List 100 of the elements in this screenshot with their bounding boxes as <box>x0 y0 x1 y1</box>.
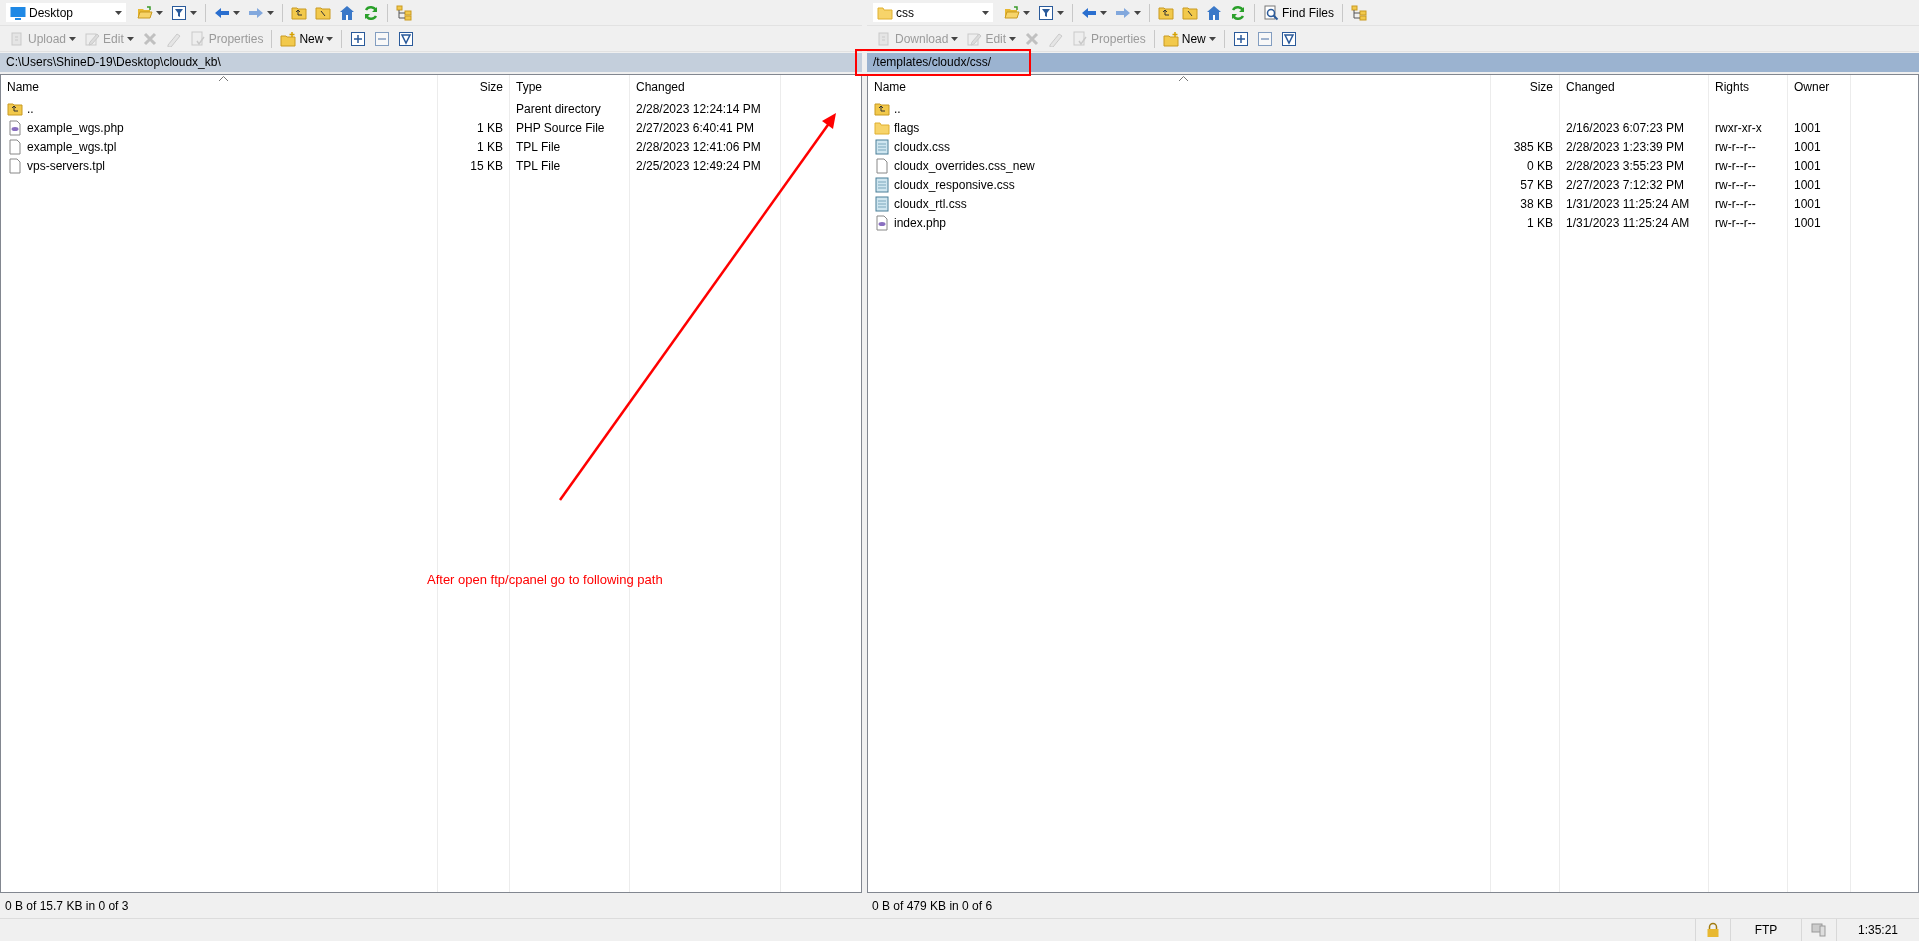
path-bar: /templates/cloudx/css/ <box>867 53 1919 72</box>
table-cell: 2/28/2023 12:24:14 PM <box>636 101 761 116</box>
computer-icon <box>1811 922 1827 938</box>
pane-status: 0 B of 479 KB in 0 of 6 <box>872 898 993 913</box>
column-header[interactable]: Changed <box>636 80 685 94</box>
caret-icon <box>951 36 959 41</box>
column-header[interactable]: Size <box>1529 80 1553 94</box>
caret-icon <box>1208 36 1216 41</box>
php-icon <box>7 119 23 136</box>
file-name[interactable]: cloudx_rtl.css <box>894 196 967 211</box>
folder-icon <box>874 119 890 136</box>
monitor-icon <box>10 4 26 21</box>
caret-icon <box>326 36 334 41</box>
table-cell: TPL File <box>516 158 561 173</box>
table-cell: rw-r--r-- <box>1715 158 1756 173</box>
filter-icon <box>171 4 187 21</box>
minus-icon <box>374 30 391 47</box>
file-name[interactable]: cloudx.css <box>894 139 951 154</box>
sort-caret-icon <box>1179 76 1188 81</box>
location-dropdown[interactable]: css <box>873 3 993 22</box>
css-icon <box>874 195 890 212</box>
table-cell: 1001 <box>1794 196 1821 211</box>
table-cell: TPL File <box>516 139 561 154</box>
plus-icon <box>350 30 367 47</box>
find-icon <box>1263 4 1279 21</box>
column-header[interactable]: Type <box>516 80 542 94</box>
caret-icon <box>1134 10 1141 15</box>
home-icon <box>1206 4 1222 21</box>
caret-icon <box>69 36 77 41</box>
column-header[interactable]: Name <box>874 80 906 94</box>
edit-icon <box>84 30 101 47</box>
file-name[interactable]: cloudx_overrides.css_new <box>894 158 1035 173</box>
new-button[interactable]: New <box>1159 27 1219 50</box>
refresh-icon <box>363 4 379 21</box>
table-cell: 1001 <box>1794 177 1821 192</box>
caret-icon <box>233 10 240 15</box>
new-button[interactable]: New <box>277 27 337 50</box>
session-time: 1:35:21 <box>1857 923 1898 937</box>
properties-icon <box>189 30 206 47</box>
caret-icon <box>1100 10 1107 15</box>
delete-icon <box>1024 30 1041 47</box>
caret-icon <box>126 36 134 41</box>
table-cell: rw-r--r-- <box>1715 215 1756 230</box>
table-cell: 0 KB <box>1527 158 1553 173</box>
file-icon <box>7 157 23 174</box>
table-cell: 1/31/2023 11:25:24 AM <box>1566 215 1690 230</box>
file-name[interactable]: cloudx_responsive.css <box>894 177 1015 192</box>
file-name[interactable]: flags <box>894 120 920 135</box>
column-header[interactable]: Rights <box>1715 80 1749 94</box>
table-cell: 57 KB <box>1520 177 1553 192</box>
file-name[interactable]: example_wgs.tpl <box>27 139 117 154</box>
table-cell: 2/28/2023 3:55:23 PM <box>1566 158 1685 173</box>
caret-icon <box>982 10 989 15</box>
select-icon <box>1280 30 1297 47</box>
column-header[interactable]: Name <box>7 80 39 94</box>
tree-icon <box>396 4 412 21</box>
folder-icon <box>877 4 893 21</box>
column-header[interactable]: Changed <box>1566 80 1615 94</box>
protocol-label: FTP <box>1754 923 1778 937</box>
parent-icon <box>291 4 307 21</box>
file-name[interactable]: index.php <box>894 215 947 230</box>
table-cell: 1001 <box>1794 158 1821 173</box>
table-cell: 1 KB <box>477 139 503 154</box>
select-icon <box>398 30 415 47</box>
table-cell: 2/28/2023 1:23:39 PM <box>1566 139 1685 154</box>
file-name[interactable]: example_wgs.php <box>27 120 124 135</box>
table-cell: 2/27/2023 6:40:41 PM <box>636 120 755 135</box>
table-cell: 1 KB <box>477 120 503 135</box>
parent-icon <box>7 100 23 117</box>
open-folder-icon <box>137 4 153 21</box>
table-cell: rw-r--r-- <box>1715 177 1756 192</box>
location-dropdown[interactable]: Desktop <box>6 3 126 22</box>
column-header[interactable]: Owner <box>1794 80 1830 94</box>
table-cell: 1 KB <box>1527 215 1553 230</box>
php-icon <box>874 214 890 231</box>
minus-icon <box>1256 30 1273 47</box>
file-name[interactable]: .. <box>27 101 34 116</box>
home-icon <box>339 4 355 21</box>
filter-icon <box>1038 4 1054 21</box>
table-cell: 2/25/2023 12:49:24 PM <box>636 158 761 173</box>
caret-icon <box>190 10 197 15</box>
file-name[interactable]: .. <box>894 101 901 116</box>
css-icon <box>874 138 890 155</box>
table-cell: 15 KB <box>470 158 503 173</box>
table-cell: rwxr-xr-x <box>1715 120 1762 135</box>
tree-icon <box>1351 4 1367 21</box>
file-icon <box>874 157 890 174</box>
table-cell: 1001 <box>1794 139 1821 154</box>
table-cell: 385 KB <box>1513 139 1553 154</box>
sort-caret-icon <box>219 76 228 81</box>
table-cell: 2/27/2023 7:12:32 PM <box>1566 177 1685 192</box>
table-cell: 2/16/2023 6:07:23 PM <box>1566 120 1685 135</box>
parent-icon <box>1158 4 1174 21</box>
table-cell: 38 KB <box>1520 196 1553 211</box>
caret-icon <box>267 10 274 15</box>
column-header[interactable]: Size <box>479 80 503 94</box>
find-files-button[interactable]: Find Files <box>1260 1 1337 24</box>
pane-status: 0 B of 15.7 KB in 0 of 3 <box>5 898 129 913</box>
file-name[interactable]: vps-servers.tpl <box>27 158 106 173</box>
open-folder-icon <box>1004 4 1020 21</box>
